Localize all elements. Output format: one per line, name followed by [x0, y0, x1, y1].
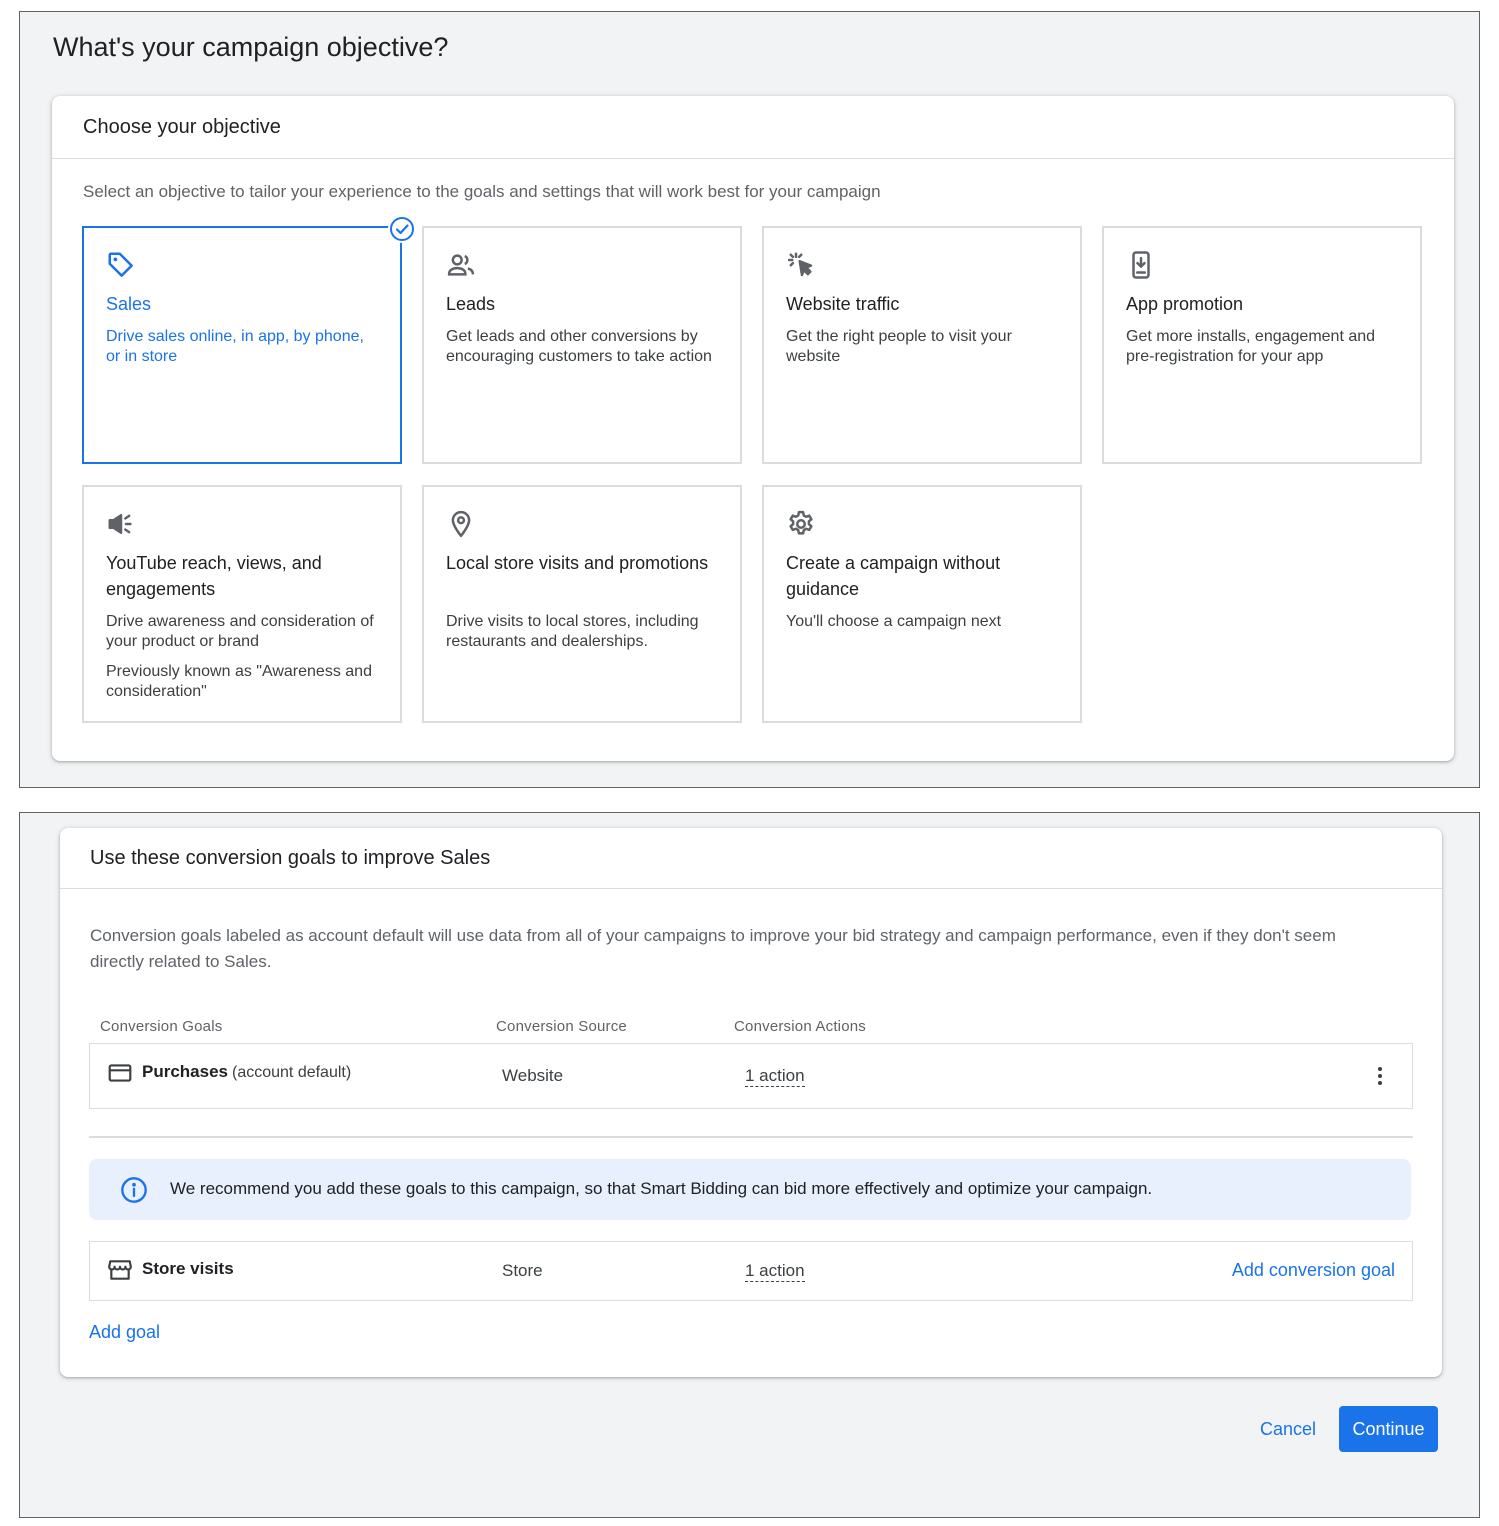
tag-icon: [108, 252, 133, 277]
tile-description: Drive sales online, in app, by phone, or…: [106, 328, 364, 365]
phone-download-icon: [1132, 251, 1150, 279]
goal-default-label: (account default): [232, 1064, 352, 1081]
tile-title: YouTube reach, views, and engagements: [106, 553, 322, 599]
goal-source: Website: [502, 1066, 564, 1085]
tile-note: Previously known as "Awareness and consi…: [106, 663, 372, 700]
objective-tile-leads[interactable]: Leads Get leads and other conversions by…: [422, 226, 742, 464]
gear-icon: [789, 510, 813, 535]
objective-tile-app-promotion[interactable]: App promotion Get more installs, engagem…: [1102, 226, 1422, 464]
location-pin-icon: [451, 510, 471, 538]
goal-name: Store visits: [142, 1259, 234, 1278]
column-header-goals: Conversion Goals: [100, 1018, 223, 1035]
goals-description: Conversion goals labeled as account defa…: [90, 926, 1336, 971]
tile-description: You'll choose a campaign next: [786, 613, 1002, 630]
cancel-button[interactable]: Cancel: [1245, 1406, 1331, 1452]
tile-description: Drive awareness and consideration of you…: [106, 613, 374, 650]
page-title: What's your campaign objective?: [53, 32, 449, 62]
goals-card-header: Use these conversion goals to improve Sa…: [60, 828, 1442, 889]
objective-description: Select an objective to tailor your exper…: [83, 182, 881, 201]
goal-row-store-visits: Store visits Store 1 action Add conversi…: [89, 1241, 1413, 1301]
credit-card-icon: [108, 1064, 132, 1082]
storefront-icon: [108, 1260, 132, 1280]
objective-tile-youtube-reach[interactable]: YouTube reach, views, and engagements Dr…: [82, 485, 402, 723]
tile-title: Local store visits and promotions: [446, 553, 709, 573]
people-icon: [447, 254, 475, 276]
column-header-source: Conversion Source: [496, 1018, 627, 1035]
goal-row-purchases: Purchases (account default) Website 1 act…: [89, 1043, 1413, 1109]
objective-card: Choose your objective Select an objectiv…: [52, 96, 1454, 761]
goals-card-title: Use these conversion goals to improve Sa…: [90, 847, 491, 869]
objective-panel: What's your campaign objective? Choose y…: [19, 11, 1480, 788]
tile-description: Get leads and other conversions by encou…: [446, 328, 712, 365]
tile-title: Create a campaign without guidance: [786, 553, 1001, 599]
objective-tile-no-guidance[interactable]: Create a campaign without guidance You'l…: [762, 485, 1082, 723]
info-icon: [121, 1177, 147, 1203]
tile-title: Sales: [106, 294, 152, 314]
goal-actions-link[interactable]: 1 action: [745, 1261, 805, 1282]
recommendation-text: We recommend you add these goals to this…: [170, 1179, 1153, 1198]
cursor-click-icon: [787, 252, 813, 277]
objective-tile-sales[interactable]: Sales Drive sales online, in app, by pho…: [82, 215, 416, 464]
conversion-goals-card: Use these conversion goals to improve Sa…: [60, 828, 1442, 1377]
continue-button[interactable]: Continue: [1339, 1406, 1438, 1452]
tile-title: Leads: [446, 294, 496, 314]
selected-check-icon: [388, 215, 416, 243]
tile-description: Get more installs, engagement and pre-re…: [1126, 328, 1376, 365]
section-divider: [89, 1136, 1413, 1138]
objective-card-header: Choose your objective: [52, 96, 1454, 159]
tile-title: App promotion: [1126, 294, 1244, 314]
tile-title: Website traffic: [786, 294, 900, 314]
conversion-goals-panel: Use these conversion goals to improve Sa…: [19, 812, 1480, 1518]
goal-source: Store: [502, 1261, 543, 1280]
add-conversion-goal-link[interactable]: Add conversion goal: [1232, 1260, 1395, 1281]
objective-tile-website-traffic[interactable]: Website traffic Get the right people to …: [762, 226, 1082, 464]
objective-card-title: Choose your objective: [83, 116, 281, 138]
tile-description: Get the right people to visit your websi…: [786, 328, 1012, 365]
goal-name: Purchases (account default): [142, 1062, 351, 1082]
goal-name-text: Purchases: [142, 1062, 228, 1081]
megaphone-icon: [108, 514, 132, 534]
goal-actions-link[interactable]: 1 action: [745, 1066, 805, 1087]
objective-tile-local-store-visits[interactable]: Local store visits and promotions Drive …: [422, 485, 742, 723]
recommendation-banner: We recommend you add these goals to this…: [89, 1159, 1411, 1220]
column-header-actions: Conversion Actions: [734, 1018, 867, 1035]
add-goal-link[interactable]: Add goal: [89, 1322, 160, 1343]
tile-description: Drive visits to local stores, including …: [446, 613, 699, 650]
more-vert-icon[interactable]: [1368, 1064, 1392, 1088]
